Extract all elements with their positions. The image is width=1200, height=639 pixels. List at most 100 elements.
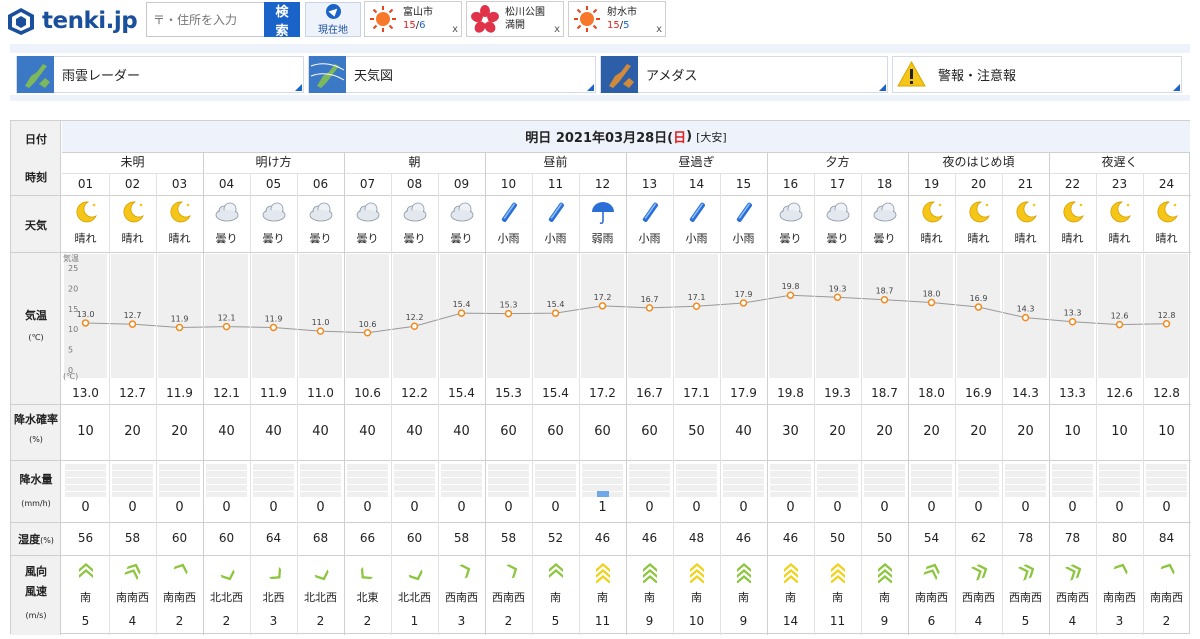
precip-amount-value: 0 bbox=[81, 500, 90, 515]
weather-cell: 晴れ bbox=[109, 195, 156, 252]
warning-icon bbox=[897, 60, 926, 87]
period-label: 昼前 bbox=[543, 155, 568, 169]
precip-amount-value: 0 bbox=[363, 500, 372, 515]
precip-prob-value: 40 bbox=[312, 424, 329, 439]
hour-label: 23 bbox=[1111, 177, 1128, 191]
temp-column-bg bbox=[769, 254, 812, 378]
hour-label: 15 bbox=[735, 177, 752, 191]
wind-cell: 南南西 bbox=[908, 555, 955, 607]
precip-bar-bg bbox=[911, 463, 952, 497]
label-humidity-unit: (%) bbox=[40, 536, 54, 545]
temperature-point-label: 11.9 bbox=[171, 314, 189, 323]
weather-cell: 曇り bbox=[438, 195, 485, 252]
favorite-chip-matsukawa[interactable]: 松川公園 満開 x bbox=[466, 1, 564, 37]
temperature-value: 19.3 bbox=[824, 386, 851, 400]
temperature-point-label: 18.0 bbox=[923, 290, 941, 299]
temperature-value: 12.1 bbox=[213, 386, 240, 400]
precip-bar-bg bbox=[723, 463, 764, 497]
wind-direction: 南 bbox=[738, 591, 749, 604]
temperature-value: 14.3 bbox=[1012, 386, 1039, 400]
chip-close-button[interactable]: x bbox=[656, 24, 662, 35]
temperature-point-label: 12.7 bbox=[124, 311, 142, 320]
weather-chart-icon bbox=[309, 56, 346, 93]
current-location-button[interactable]: 現在地 bbox=[305, 2, 361, 37]
temperature-point bbox=[739, 299, 748, 307]
precip-amount-value: 0 bbox=[1068, 500, 1077, 515]
weather-cell: 晴れ bbox=[156, 195, 203, 252]
weather-cell: 晴れ bbox=[1002, 195, 1049, 252]
temp-column-bg bbox=[910, 254, 953, 378]
wind-direction: 西南西 bbox=[962, 591, 995, 604]
temperature-point-label: 19.8 bbox=[782, 282, 800, 291]
wind-speed-value: 2 bbox=[222, 614, 231, 628]
precip-amount-cell: 0 bbox=[532, 460, 579, 522]
hour-label: 03 bbox=[171, 177, 188, 191]
wind-direction: 南 bbox=[785, 591, 796, 604]
nav-weather-chart[interactable]: 天気図 bbox=[308, 56, 596, 93]
search-input[interactable] bbox=[146, 2, 264, 37]
hour-label: 12 bbox=[594, 177, 611, 191]
wind-speed-value: 9 bbox=[880, 614, 889, 628]
temp-axis-tick: 20 bbox=[68, 284, 78, 293]
chip-close-button[interactable]: x bbox=[554, 24, 560, 35]
label-precip-prob-unit: (%) bbox=[29, 435, 43, 444]
search-button[interactable]: 検索 bbox=[264, 2, 300, 39]
temperature-point bbox=[880, 295, 889, 304]
wind-speed-value: 5 bbox=[81, 614, 90, 628]
temperature-point-label: 13.0 bbox=[77, 310, 95, 319]
corner-arrow-icon bbox=[295, 84, 302, 91]
temperature-point-label: 10.6 bbox=[359, 320, 377, 329]
weather-cell: 曇り bbox=[344, 195, 391, 252]
precip-amount-value: 0 bbox=[128, 500, 137, 515]
hour-label: 07 bbox=[359, 177, 376, 191]
wind-direction: 南 bbox=[879, 591, 890, 604]
humidity-value: 68 bbox=[312, 531, 329, 545]
precip-amount-cell: 0 bbox=[391, 460, 438, 522]
temperature-value: 12.7 bbox=[119, 386, 146, 400]
nav-rain-radar[interactable]: 雨雲レーダー bbox=[16, 56, 304, 93]
wind-direction: 南 bbox=[597, 591, 608, 604]
temperature-point-label: 12.1 bbox=[218, 314, 236, 323]
precip-amount-value: 0 bbox=[1021, 500, 1030, 515]
precip-bar-bg bbox=[441, 463, 482, 497]
temperature-point bbox=[692, 302, 701, 310]
temp-column-bg bbox=[957, 254, 1000, 378]
nav-warnings[interactable]: 警報・注意報 bbox=[892, 56, 1182, 93]
temperature-point bbox=[833, 293, 842, 302]
temp-column-bg bbox=[299, 254, 342, 378]
wind-direction: 北東 bbox=[356, 591, 379, 604]
precip-amount-cell: 0 bbox=[861, 460, 908, 522]
precip-bar-bg bbox=[206, 463, 247, 497]
rokuyo-label: [大安] bbox=[696, 130, 727, 144]
weather-label: 晴れ bbox=[1061, 232, 1084, 245]
temp-column-bg bbox=[816, 254, 859, 378]
wind-arrow-icon bbox=[783, 563, 798, 584]
wind-cell: 南 bbox=[767, 555, 814, 607]
date-weekday: 日 bbox=[673, 131, 687, 146]
weather-cell: 曇り bbox=[203, 195, 250, 252]
favorite-chip-toyama[interactable]: 富山市 15/6 x bbox=[364, 1, 462, 37]
moon-icon bbox=[1063, 201, 1084, 223]
wind-cell: 北北西 bbox=[297, 555, 344, 607]
label-wind-dir: 風向 bbox=[25, 565, 47, 578]
precip-bar-bg bbox=[1146, 463, 1187, 497]
temperature-point-label: 17.1 bbox=[688, 293, 706, 302]
moon-icon bbox=[123, 201, 144, 223]
temp-axis-tick: 5 bbox=[68, 346, 73, 355]
wind-speed-value: 3 bbox=[457, 614, 466, 628]
site-logo[interactable]: tenki.jp bbox=[6, 4, 138, 38]
label-precip-prob: 降水確率 (%) bbox=[11, 411, 61, 444]
precip-amount-cell: 0 bbox=[156, 460, 203, 522]
wind-speed-value: 4 bbox=[128, 614, 137, 628]
moon-icon bbox=[76, 201, 97, 223]
umbrella-icon bbox=[591, 202, 614, 225]
nav-amedas[interactable]: アメダス bbox=[600, 56, 888, 93]
chip-close-button[interactable]: x bbox=[452, 24, 458, 35]
weather-cell: 晴れ bbox=[1143, 195, 1190, 252]
chip-name: 松川公園 bbox=[505, 7, 545, 18]
hour-label: 01 bbox=[77, 177, 94, 191]
wind-arrow-icon bbox=[1017, 564, 1034, 581]
favorite-chip-imizu[interactable]: 射水市 15/5 x bbox=[568, 1, 666, 37]
weather-cell: 小雨 bbox=[626, 195, 673, 252]
chip-high-temp: 15 bbox=[403, 20, 416, 31]
